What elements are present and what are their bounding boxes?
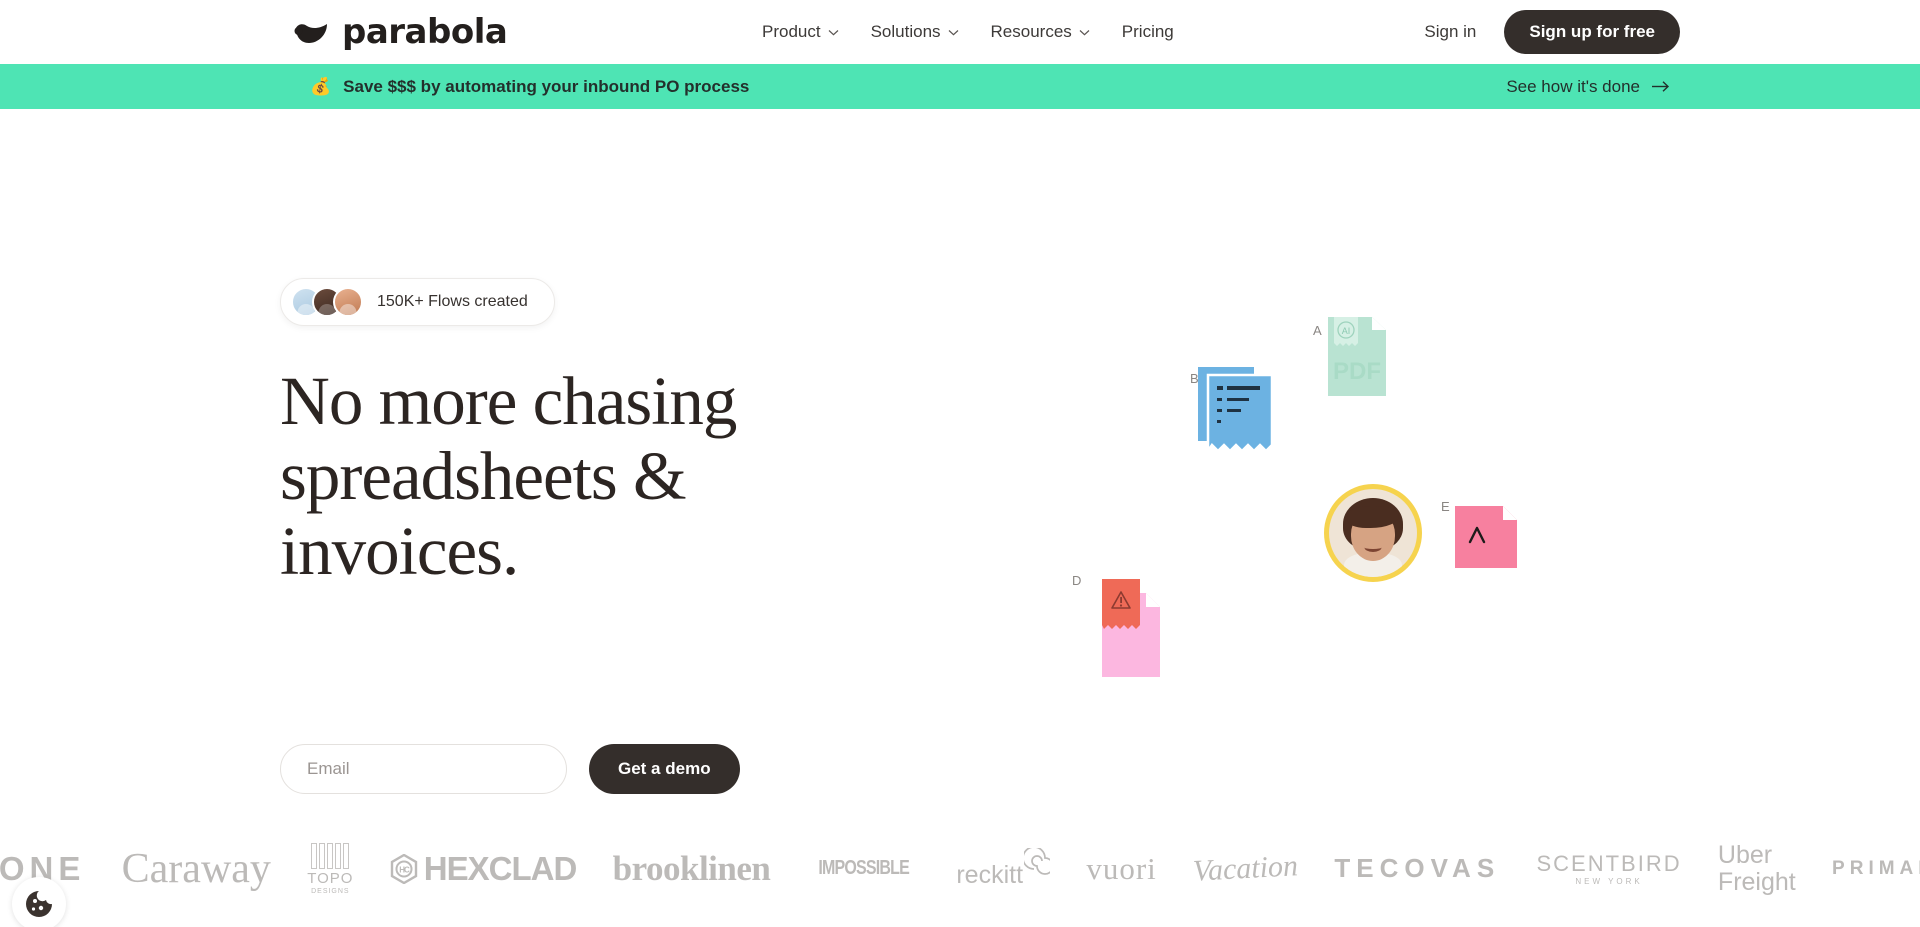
hero-content: 150K+ Flows created No more chasing spre… <box>280 278 900 590</box>
headline-line-2: spreadsheets & <box>280 438 687 515</box>
announcement-banner: 💰 Save $$$ by automating your inbound PO… <box>0 64 1920 109</box>
logo-scentbird-name: SCENTBIRD <box>1536 851 1682 876</box>
parabola-swoosh-icon <box>294 24 327 43</box>
reckitt-spiral-icon <box>1024 847 1051 875</box>
hero-section: A AI PDF B D E 150K+ Flows created No mo… <box>0 109 1920 855</box>
nav-actions: Sign in Sign up for free <box>1424 10 1680 54</box>
logo-reckitt: reckitt <box>956 847 1051 890</box>
warning-document-icon <box>1102 579 1160 677</box>
chevron-down-icon <box>1079 29 1090 36</box>
pdf-document-card: AI PDF <box>1328 317 1386 396</box>
logo-hexclad-name: HEXCLAD <box>423 849 578 887</box>
svg-text:AI: AI <box>1342 326 1351 336</box>
logo-brooklinen: brooklinen <box>612 848 771 888</box>
logo-primary: PRIMARY <box>1832 857 1920 879</box>
nav-item-product-label: Product <box>762 22 821 41</box>
logo-hexclad: HC HEXCLAD <box>390 850 577 888</box>
avatar-smile <box>1364 543 1382 552</box>
chart-card-icon <box>1455 506 1517 568</box>
announcement-cta[interactable]: See how it's done <box>1506 77 1670 97</box>
pdf-card-icon: AI PDF <box>1328 317 1386 396</box>
avatar-ring <box>1324 484 1422 582</box>
logo-topo-sub: DESIGNS <box>311 887 350 895</box>
logo-uber-sub: Freight <box>1717 867 1796 896</box>
logo-scentbird-sub: NEW YORK <box>1575 877 1643 886</box>
chevron-down-icon <box>828 29 839 36</box>
svg-text:PDF: PDF <box>1333 358 1381 385</box>
lead-capture-form: Get a demo <box>280 744 740 794</box>
hexclad-hex-icon: HC <box>390 853 417 884</box>
nav-links: Product Solutions Resources Pricing <box>762 22 1174 42</box>
logo-reckitt-name: reckitt <box>956 860 1024 889</box>
topo-bars-icon <box>311 842 350 869</box>
art-label-e: E <box>1441 499 1450 514</box>
avatar-group <box>291 287 363 317</box>
logo-topo-designs: TOPO DESIGNS <box>307 842 354 895</box>
get-demo-button[interactable]: Get a demo <box>589 744 740 794</box>
logo-vuori: vuori <box>1086 850 1157 886</box>
logo-vacation: Vacation <box>1192 848 1299 888</box>
social-proof-badge[interactable]: 150K+ Flows created <box>280 278 555 326</box>
nav-item-solutions-label: Solutions <box>870 22 941 41</box>
svg-text:HC: HC <box>399 865 410 874</box>
nav-item-pricing[interactable]: Pricing <box>1122 22 1174 42</box>
nav-item-resources-label: Resources <box>990 22 1072 41</box>
nav-item-solutions[interactable]: Solutions <box>871 22 959 42</box>
headline-line-1: No more chasing <box>280 363 737 439</box>
logo-uber-freight: Uber Freight <box>1718 842 1796 895</box>
top-navigation-bar: parabola Product Solutions Resources Pri… <box>0 0 1920 64</box>
logo-impossible: IMPOSSIBLE <box>818 857 909 879</box>
cookie-icon <box>26 891 52 917</box>
sign-up-button[interactable]: Sign up for free <box>1504 10 1680 54</box>
money-bag-icon: 💰 <box>310 77 332 96</box>
chevron-down-icon <box>948 29 958 36</box>
page-title: No more chasing spreadsheets & invoices. <box>280 363 900 590</box>
pink-warning-document-card <box>1090 579 1160 677</box>
logo-scentbird: SCENTBIRD NEW YORK <box>1536 851 1681 886</box>
social-proof-label: 150K+ Flows created <box>377 293 528 310</box>
logo-topo-name: TOPO <box>307 869 354 887</box>
blue-receipt-card <box>1196 365 1274 461</box>
announcement-text: Save $$$ by automating your inbound PO p… <box>343 76 750 96</box>
receipt-stack-icon <box>1198 367 1274 456</box>
nav-item-product[interactable]: Product <box>762 22 839 42</box>
customer-logo-bar: HONE Caraway TOPO DESIGNS HC HEXCLAD bro… <box>0 810 1920 927</box>
art-label-a: A <box>1313 323 1322 338</box>
email-field[interactable] <box>280 744 567 794</box>
customer-avatar-photo <box>1324 484 1422 582</box>
headline-line-3: invoices. <box>280 513 519 590</box>
announcement-cta-label: See how it's done <box>1506 76 1640 96</box>
nav-item-pricing-label: Pricing <box>1121 22 1174 41</box>
nav-item-resources[interactable]: Resources <box>991 22 1090 42</box>
avatar <box>333 287 363 317</box>
brand-logo[interactable]: parabola <box>294 12 508 52</box>
pink-chart-card <box>1455 506 1517 568</box>
logo-uber-name: Uber <box>1717 841 1773 870</box>
announcement-message[interactable]: 💰 Save $$$ by automating your inbound PO… <box>310 77 749 97</box>
sign-in-link[interactable]: Sign in <box>1424 22 1476 42</box>
cookie-consent-button[interactable] <box>12 877 66 927</box>
arrow-right-icon <box>1652 81 1670 92</box>
logo-caraway: Caraway <box>121 845 271 892</box>
logo-tecovas: TECOVAS <box>1334 853 1501 883</box>
brand-name: parabola <box>342 12 508 52</box>
art-label-d: D <box>1072 573 1082 588</box>
